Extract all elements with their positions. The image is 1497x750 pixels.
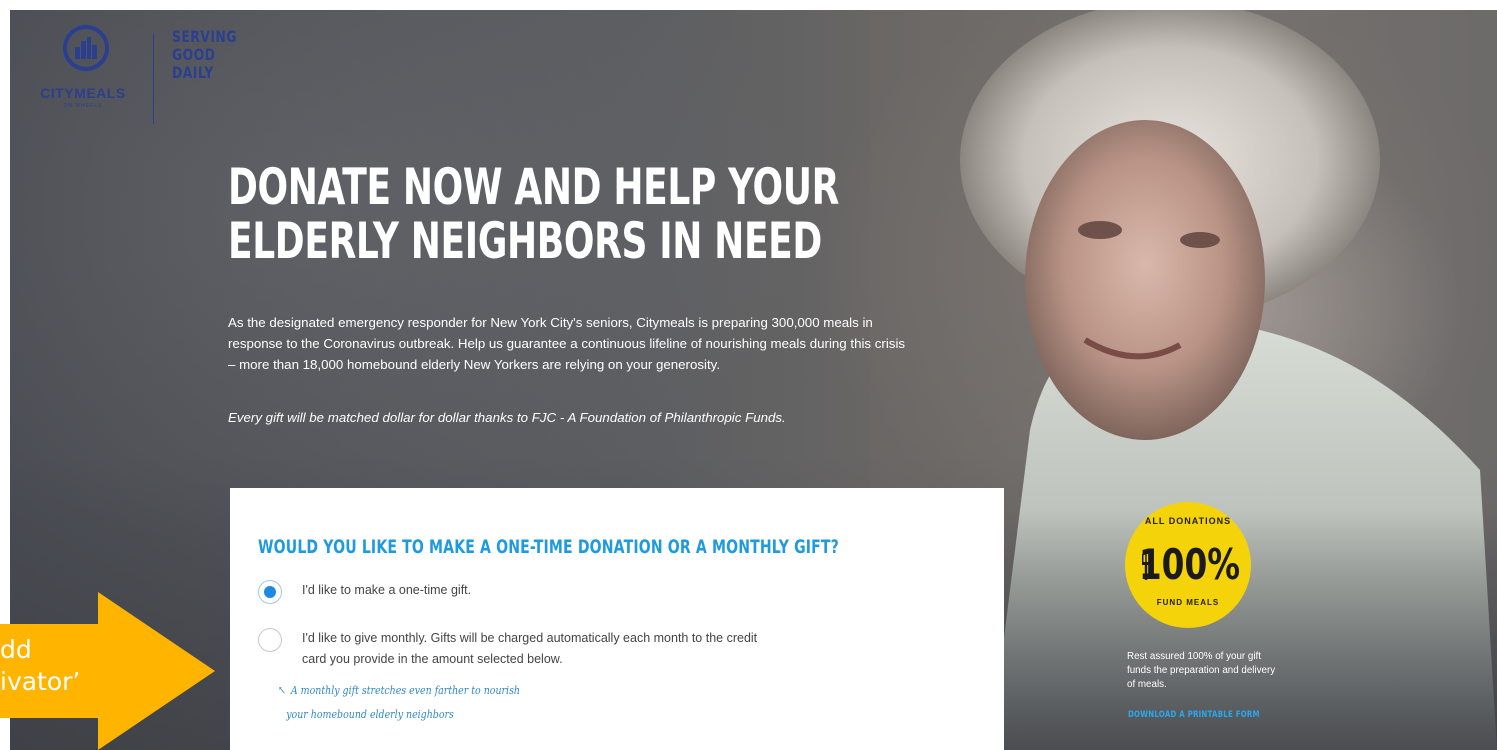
match-text: Every gift will be matched dollar for do… [228, 410, 786, 425]
annotation-line: dd [0, 635, 32, 664]
headline-line: ELDERLY NEIGHBORS IN NEED [228, 212, 822, 270]
monthly-note-line: A monthly gift stretches even farther to… [290, 683, 521, 697]
one-time-option[interactable]: I'd like to make a one-time gift. [258, 580, 762, 604]
logo-name: CITYMEALS [40, 85, 126, 101]
monthly-radio[interactable] [258, 628, 282, 652]
annotation-line: ivator’ [0, 667, 81, 696]
citymeals-logo[interactable]: CITYMEALS ON WHEELS [18, 15, 138, 115]
assurance-text: Rest assured 100% of your gift funds the… [1127, 651, 1276, 690]
monthly-note-line: your homebound elderly neighbors [286, 707, 454, 721]
curved-arrow-icon: ↖ [278, 683, 286, 697]
tagline-line: GOOD [172, 45, 216, 64]
all-donations-badge: ALL DONATIONS 100% FUND MEALS [1125, 502, 1251, 628]
tagline: SERVING GOOD DAILY [172, 28, 237, 82]
intro-text: As the designated emergency responder fo… [228, 315, 906, 372]
monthly-label[interactable]: I'd like to give monthly. Gifts will be … [302, 628, 762, 670]
monthly-note: ↖ A monthly gift stretches even farther t… [278, 678, 520, 726]
logo-subtext: ON WHEELS [63, 103, 103, 109]
page-title: DONATE NOW AND HELP YOUR ELDERLY NEIGHBO… [228, 160, 839, 268]
logo-divider [153, 34, 154, 124]
download-form-link[interactable]: DOWNLOAD A PRINTABLE FORM [1128, 710, 1260, 720]
headline-line: DONATE NOW AND HELP YOUR [228, 158, 840, 216]
one-time-radio[interactable] [258, 580, 282, 604]
city-skyline-icon [63, 25, 109, 71]
one-time-label[interactable]: I'd like to make a one-time gift. [302, 580, 762, 601]
badge-top-text: ALL DONATIONS [1144, 516, 1232, 526]
badge-bottom-text: FUND MEALS [1156, 598, 1220, 607]
donation-question: WOULD YOU LIKE TO MAKE A ONE-TIME DONATI… [258, 536, 839, 558]
badge-percent: 100% [1138, 540, 1241, 589]
monthly-option[interactable]: I'd like to give monthly. Gifts will be … [258, 628, 762, 670]
donation-type-card: WOULD YOU LIKE TO MAKE A ONE-TIME DONATI… [230, 488, 1004, 750]
tagline-line: DAILY [172, 63, 214, 82]
annotation-text: dd ivator’ [0, 634, 80, 698]
tagline-line: SERVING [172, 27, 237, 46]
